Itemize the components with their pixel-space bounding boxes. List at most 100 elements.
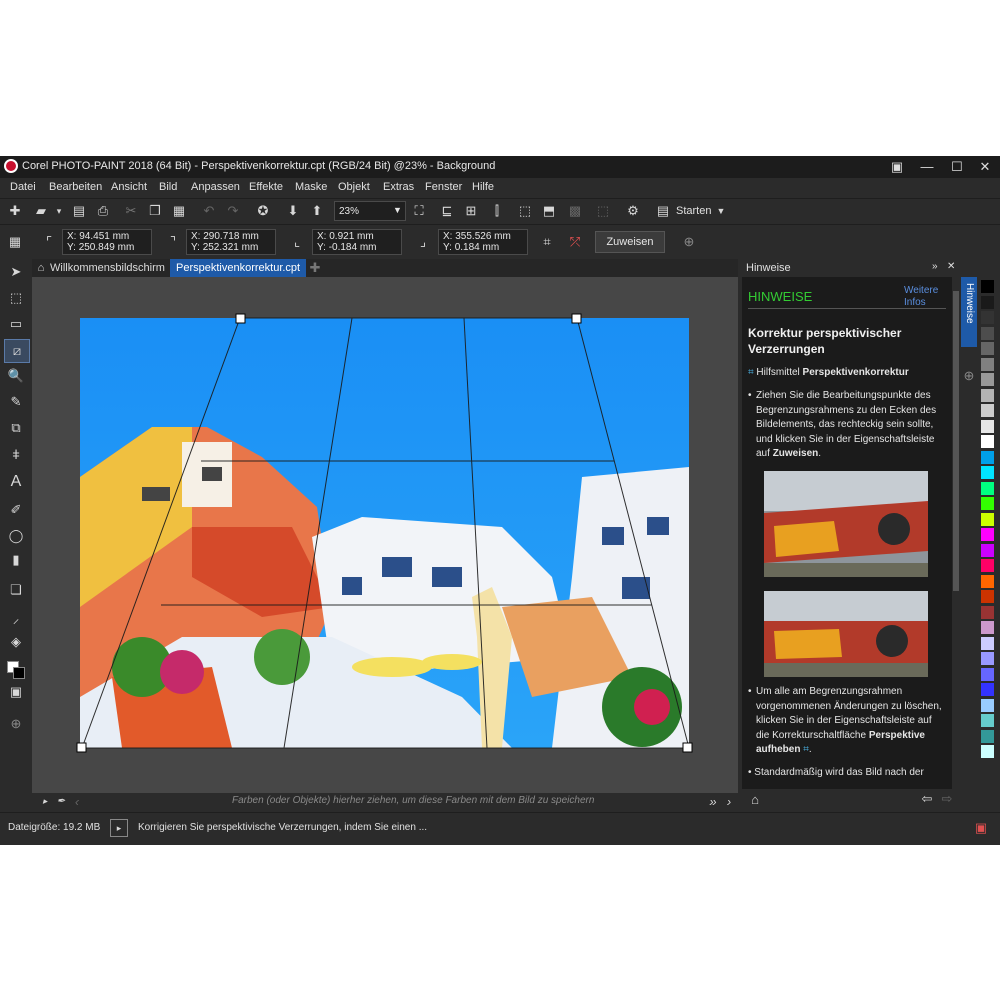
palette-swatch[interactable] <box>981 605 994 619</box>
palette-swatch[interactable] <box>981 590 994 603</box>
palette-swatch[interactable] <box>981 714 994 727</box>
cut-icon[interactable]: ✂ <box>122 202 140 220</box>
palette-swatch[interactable] <box>981 342 994 355</box>
background-color-icon[interactable] <box>13 667 25 679</box>
zoom-dropdown-icon[interactable]: ▼ <box>393 205 402 215</box>
palette-swatch[interactable] <box>981 404 994 417</box>
new-tab-icon[interactable]: ✚ <box>306 259 324 277</box>
menu-fenster[interactable]: Fenster <box>425 181 462 193</box>
palette-swatch[interactable] <box>981 636 994 650</box>
point2-coords[interactable]: X: 290.718 mm Y: 252.321 mm <box>186 229 276 255</box>
save-icon[interactable]: ▤ <box>70 202 88 220</box>
paint-tool-icon[interactable]: ✐ <box>7 501 25 519</box>
home-icon[interactable]: ⌂ <box>32 259 50 277</box>
palette-swatch[interactable] <box>981 373 994 386</box>
add-to-propbar-icon[interactable]: ⊕ <box>680 233 698 251</box>
point1-x[interactable]: 94.451 mm <box>79 231 129 242</box>
crop-to-result-icon[interactable]: ⌗ <box>538 233 556 251</box>
palette-swatch[interactable] <box>981 559 994 572</box>
smear-tool-icon[interactable]: ǂ <box>7 445 25 463</box>
redo-icon[interactable]: ↷ <box>224 202 242 220</box>
point4-y[interactable]: 0.184 mm <box>455 242 499 253</box>
point4-x[interactable]: 355.526 mm <box>455 231 511 242</box>
guidelines-icon[interactable]: ⊞ <box>462 202 480 220</box>
palette-scroll-left-icon[interactable]: ‹ <box>68 792 86 810</box>
launch-icon[interactable]: ▤ <box>654 202 672 220</box>
menu-maske[interactable]: Maske <box>295 181 327 193</box>
transform-tool-icon[interactable]: ⬚ <box>7 289 25 307</box>
collapse-docker-icon[interactable]: » <box>932 261 938 272</box>
grid-snap-icon[interactable]: ⫿ <box>488 202 506 220</box>
text-tool-icon[interactable]: A <box>7 473 25 491</box>
drop-shadow-tool-icon[interactable]: ❏ <box>7 581 25 599</box>
fill-tool-icon[interactable]: ◈ <box>7 633 25 651</box>
palette-swatch[interactable] <box>981 419 994 433</box>
corel-connect-icon[interactable]: ✪ <box>254 202 272 220</box>
pick-tool-icon[interactable]: ➤ <box>7 263 25 281</box>
menu-datei[interactable]: Datei <box>10 181 36 193</box>
point3-y[interactable]: -0.184 mm <box>329 242 377 253</box>
add-docker-icon[interactable]: ⊕ <box>960 367 978 385</box>
options-gear-icon[interactable]: ⚙ <box>624 202 642 220</box>
palette-swatch[interactable] <box>981 574 994 588</box>
palette-swatch[interactable] <box>981 388 994 402</box>
help-monitor-icon[interactable]: ▣ <box>882 156 912 178</box>
mask-overlay-icon[interactable]: ▩ <box>566 202 584 220</box>
palette-swatch[interactable] <box>981 667 994 681</box>
maximize-button[interactable]: ☐ <box>942 156 972 178</box>
hints-home-icon[interactable]: ⌂ <box>746 790 764 808</box>
palette-swatch[interactable] <box>981 528 994 541</box>
close-button[interactable]: ✕ <box>970 156 1000 178</box>
palette-swatch[interactable] <box>981 435 994 448</box>
palette-swatch[interactable] <box>981 295 994 309</box>
export-icon[interactable]: ⬆ <box>308 202 326 220</box>
tab-perspektivenkorrektur[interactable]: Perspektivenkorrektur.cpt <box>170 259 306 277</box>
start-label[interactable]: Starten <box>676 205 711 217</box>
print-icon[interactable]: ⎙ <box>94 202 112 220</box>
mask-marquee-icon[interactable]: ⬚ <box>594 202 612 220</box>
menu-extras[interactable]: Extras <box>383 181 414 193</box>
canvas-area[interactable] <box>32 277 738 793</box>
new-file-icon[interactable]: ✚ <box>6 202 24 220</box>
open-dropdown-icon[interactable]: ▾ <box>50 202 68 220</box>
menu-hilfe[interactable]: Hilfe <box>472 181 494 193</box>
mask-tool-icon[interactable]: ▭ <box>7 315 25 333</box>
paper-color-icon[interactable]: ▣ <box>7 683 25 701</box>
palette-swatch[interactable] <box>981 466 994 479</box>
crop-toolbar-icon[interactable]: ⬒ <box>540 202 558 220</box>
reset-perspective-icon[interactable]: ⤱ <box>566 233 584 251</box>
palette-swatch[interactable] <box>981 745 994 758</box>
palette-swatch[interactable] <box>981 683 994 696</box>
apply-button[interactable]: Zuweisen <box>595 231 665 253</box>
document-image[interactable] <box>32 277 738 793</box>
close-docker-icon[interactable]: ✕ <box>947 261 955 272</box>
menu-objekt[interactable]: Objekt <box>338 181 370 193</box>
copy-icon[interactable]: ❐ <box>146 202 164 220</box>
minimize-button[interactable]: — <box>912 156 942 178</box>
eyedropper-tool-icon[interactable]: ⸝ <box>7 609 25 627</box>
point4-coords[interactable]: X: 355.526 mm Y: 0.184 mm <box>438 229 528 255</box>
menu-bild[interactable]: Bild <box>159 181 177 193</box>
point3-x[interactable]: 0.921 mm <box>329 231 373 242</box>
menu-ansicht[interactable]: Ansicht <box>111 181 147 193</box>
palette-swatch[interactable] <box>981 481 994 495</box>
undo-icon[interactable]: ↶ <box>200 202 218 220</box>
color-proofing-icon[interactable]: ▣ <box>972 819 990 837</box>
zoom-tool-icon[interactable]: 🔍 <box>7 367 25 385</box>
zoom-level-field[interactable]: 23% ▼ <box>334 201 406 221</box>
marquee-icon[interactable]: ⬚ <box>516 202 534 220</box>
zoom-to-fit-icon[interactable]: ⛶ <box>410 202 428 220</box>
tab-welcome[interactable]: Willkommensbildschirm <box>50 259 170 277</box>
palette-swatch[interactable] <box>981 357 994 371</box>
customize-toolbox-icon[interactable]: ⊕ <box>7 715 25 733</box>
redeye-tool-icon[interactable]: ✎ <box>7 393 25 411</box>
status-expand-icon[interactable]: ▸ <box>110 819 128 837</box>
point1-coords[interactable]: X: 94.451 mm Y: 250.849 mm <box>62 229 152 255</box>
paste-icon[interactable]: ▦ <box>170 202 188 220</box>
palette-swatch[interactable] <box>981 652 994 665</box>
palette-swatch[interactable] <box>981 450 994 464</box>
palette-swatch[interactable] <box>981 497 994 510</box>
perspective-correction-tool-icon[interactable]: ⧄ <box>4 339 30 363</box>
hints-forward-icon[interactable]: ⇨ <box>938 790 956 808</box>
rulers-icon[interactable]: ⊑ <box>438 202 456 220</box>
